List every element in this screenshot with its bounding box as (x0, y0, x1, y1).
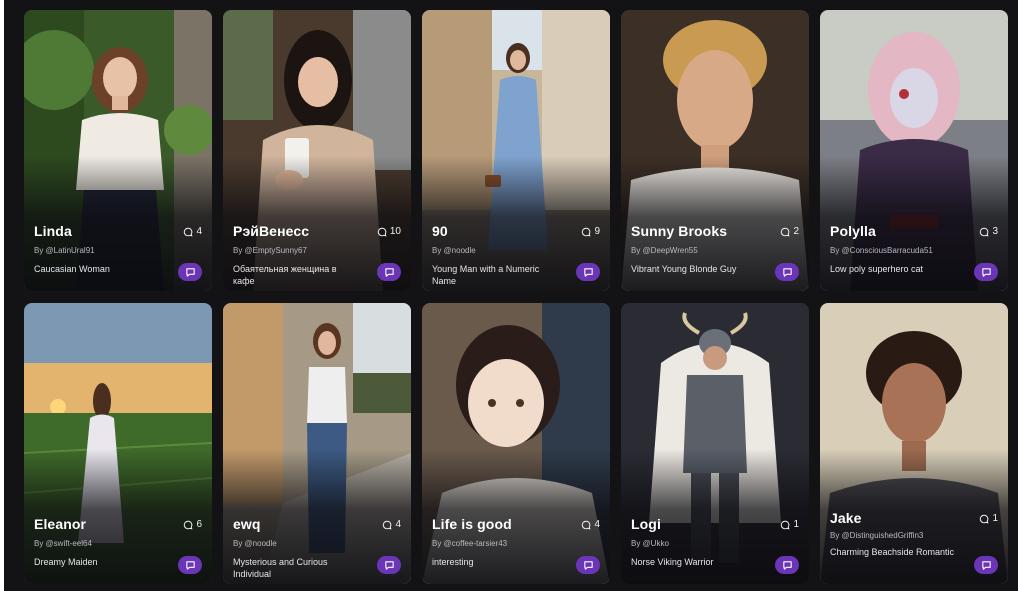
comment-icon (582, 227, 591, 236)
character-card-life-is-good[interactable]: Life is good 4 By @coffee-tarsier43 inte… (422, 303, 610, 584)
character-name: Polylla (830, 223, 876, 239)
start-chat-button[interactable] (377, 556, 401, 574)
character-description: Mysterious and Curious Individual (233, 557, 328, 579)
character-name: Linda (34, 223, 72, 239)
chat-bubble-icon (185, 267, 195, 277)
chat-bubble-icon (981, 560, 991, 570)
character-author[interactable]: By @ConsciousBarracuda51 (830, 246, 933, 255)
start-chat-button[interactable] (974, 263, 998, 281)
character-description: interesting (432, 557, 474, 567)
message-count: 3 (979, 226, 998, 237)
character-author[interactable]: By @DistinguishedGriffin3 (830, 531, 923, 540)
comment-icon (582, 520, 591, 529)
comment-icon (184, 520, 193, 529)
character-name: РэйВенесс (233, 223, 310, 239)
character-card-ewq[interactable]: ewq 4 By @noodle Mysterious and Curious … (223, 303, 411, 584)
character-card-eleanor[interactable]: Eleanor 6 By @swift-eel64 Dreamy Maiden (24, 303, 212, 584)
message-count-value: 1 (992, 513, 998, 524)
character-card-logi[interactable]: Logi 1 By @Ukko Norse Viking Warrior (621, 303, 809, 584)
character-description: Norse Viking Warrior (631, 557, 714, 567)
start-chat-button[interactable] (775, 263, 799, 281)
chat-bubble-icon (583, 267, 593, 277)
start-chat-button[interactable] (775, 556, 799, 574)
message-count: 9 (581, 226, 600, 237)
character-name: Eleanor (34, 516, 87, 532)
character-author[interactable]: By @noodle (233, 539, 277, 548)
start-chat-button[interactable] (576, 556, 600, 574)
character-card-reyveness[interactable]: РэйВенесс 10 By @EmptySunny67 Обаятельна… (223, 10, 411, 291)
comment-icon (377, 227, 387, 236)
message-count-value: 4 (395, 519, 401, 530)
character-description: Young Man with a Numeric Name (432, 264, 540, 286)
character-description: Caucasian Woman (34, 264, 110, 274)
message-count: 1 (780, 519, 799, 530)
character-author[interactable]: By @Ukko (631, 539, 669, 548)
character-grid: Linda 4 By @LatinUral91 Caucasian Woman (4, 0, 1018, 591)
character-card-linda[interactable]: Linda 4 By @LatinUral91 Caucasian Woman (24, 10, 212, 291)
chat-bubble-icon (981, 267, 991, 277)
character-name: Sunny Brooks (631, 223, 728, 239)
start-chat-button[interactable] (576, 263, 600, 281)
character-author[interactable]: By @EmptySunny67 (233, 246, 307, 255)
character-name: Life is good (432, 516, 512, 532)
message-count-value: 3 (992, 226, 998, 237)
character-author[interactable]: By @swift-eel64 (34, 539, 92, 548)
chat-bubble-icon (782, 560, 792, 570)
start-chat-button[interactable] (377, 263, 401, 281)
comment-icon (383, 520, 392, 529)
message-count-value: 4 (196, 226, 202, 237)
message-count: 4 (382, 519, 401, 530)
character-description: Vibrant Young Blonde Guy (631, 264, 737, 274)
chat-bubble-icon (185, 560, 195, 570)
character-description: Dreamy Maiden (34, 557, 98, 567)
character-author[interactable]: By @DeepWren55 (631, 246, 698, 255)
message-count: 4 (581, 519, 600, 530)
message-count: 10 (377, 226, 401, 237)
character-author[interactable]: By @coffee-tarsier43 (432, 539, 507, 548)
message-count-value: 4 (594, 519, 600, 530)
character-description: Charming Beachside Romantic (830, 547, 955, 557)
start-chat-button[interactable] (974, 556, 998, 574)
character-card-sunny-brooks[interactable]: Sunny Brooks 2 By @DeepWren55 Vibrant Yo… (621, 10, 809, 291)
chat-bubble-icon (782, 267, 792, 277)
message-count: 6 (183, 519, 202, 530)
comment-icon (980, 227, 989, 236)
character-author[interactable]: By @noodle (432, 246, 476, 255)
character-description: Обаятельная женщина в кафе (233, 264, 337, 286)
character-name: Logi (631, 516, 661, 532)
chat-bubble-icon (384, 560, 394, 570)
character-name: Jake (830, 510, 862, 526)
character-name: 90 (432, 223, 448, 239)
comment-icon (980, 514, 989, 523)
character-card-90[interactable]: 90 9 By @noodle Young Man with a Numeric… (422, 10, 610, 291)
message-count: 4 (183, 226, 202, 237)
character-card-polylla[interactable]: Polylla 3 By @ConsciousBarracuda51 Low p… (820, 10, 1008, 291)
chat-bubble-icon (384, 267, 394, 277)
message-count-value: 6 (196, 519, 202, 530)
message-count: 1 (979, 513, 998, 524)
chat-bubble-icon (583, 560, 593, 570)
message-count-value: 2 (793, 226, 799, 237)
start-chat-button[interactable] (178, 263, 202, 281)
character-description: Low poly superhero cat (830, 264, 924, 274)
character-card-jake[interactable]: Jake 1 By @DistinguishedGriffin3 Charmin… (820, 303, 1008, 584)
comment-icon (781, 227, 790, 236)
message-count-value: 10 (389, 226, 401, 237)
comment-icon (781, 520, 790, 529)
comment-icon (184, 227, 193, 236)
message-count: 2 (780, 226, 799, 237)
character-author[interactable]: By @LatinUral91 (34, 246, 95, 255)
start-chat-button[interactable] (178, 556, 202, 574)
message-count-value: 9 (594, 226, 600, 237)
message-count-value: 1 (793, 519, 799, 530)
character-name: ewq (233, 516, 261, 532)
